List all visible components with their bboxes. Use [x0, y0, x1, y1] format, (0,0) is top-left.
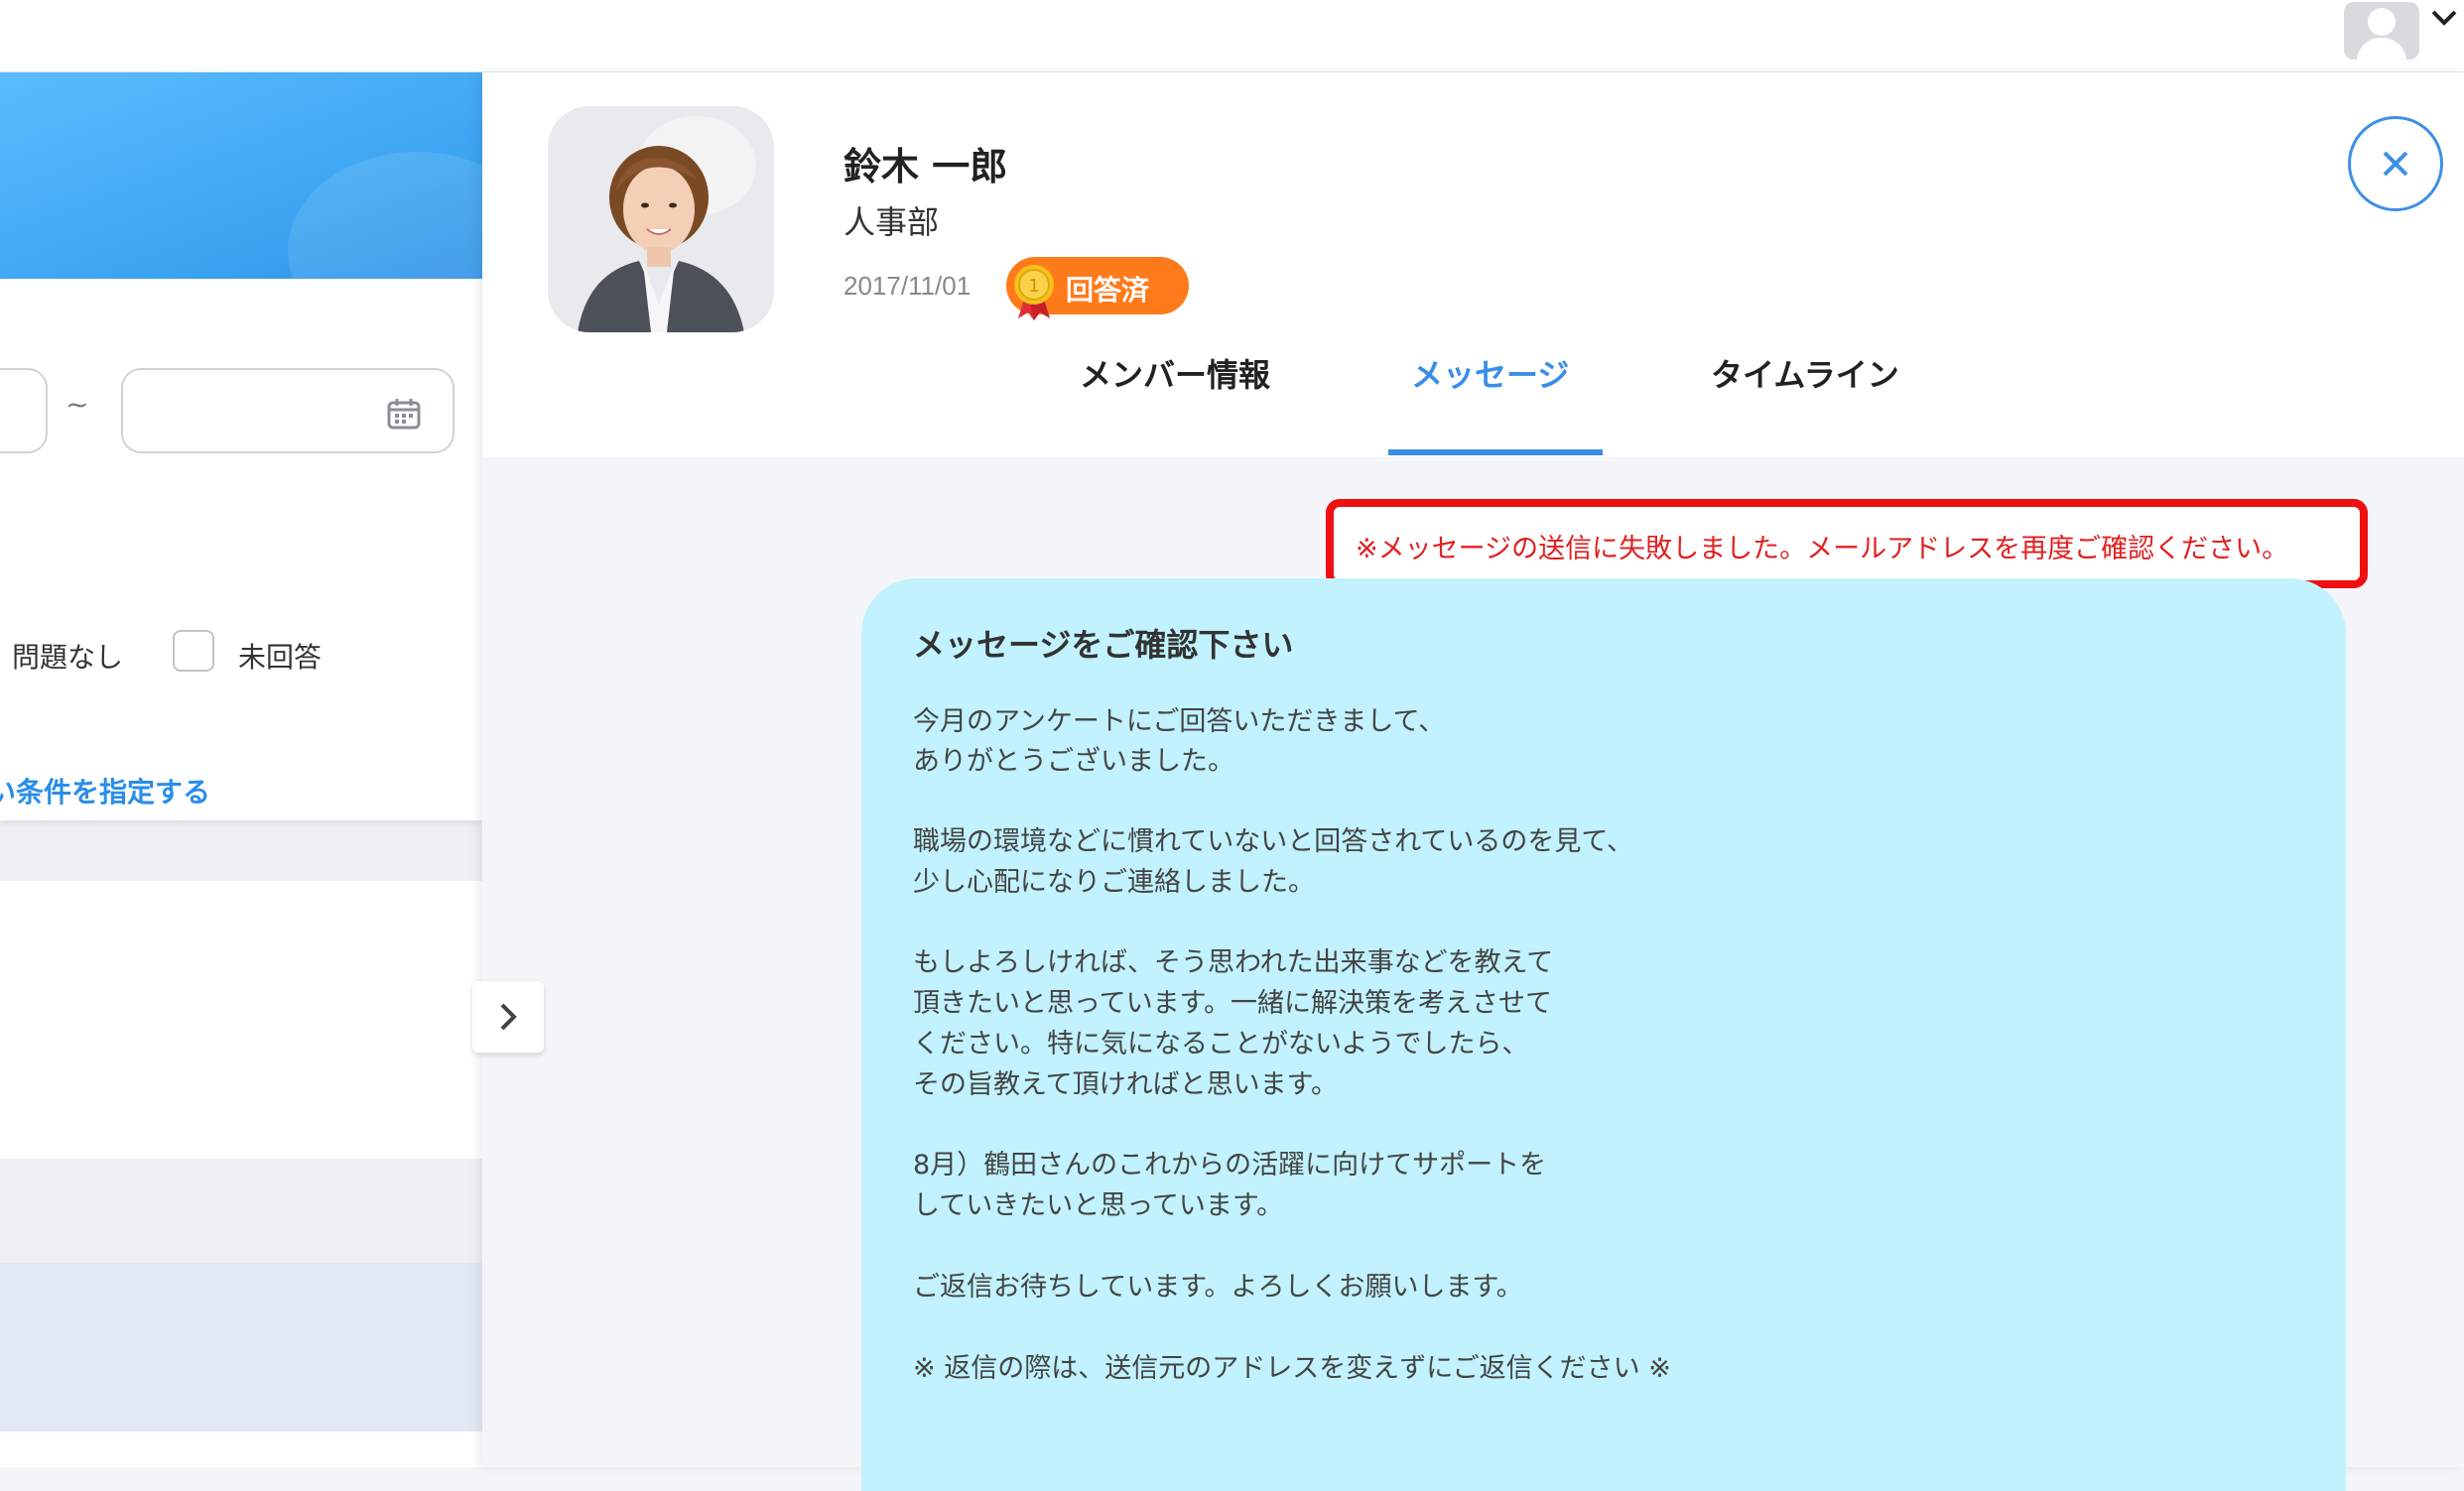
filter-card: ~ 問題なし 未回答 い条件を指定する — [0, 279, 482, 820]
unanswered-checkbox[interactable] — [173, 630, 214, 672]
message-line: 職場の環境などに慣れていないと回答されているのを見て、 — [913, 826, 1634, 857]
user-avatar-icon[interactable] — [2344, 2, 2419, 60]
advanced-search-link[interactable]: い条件を指定する — [0, 771, 210, 810]
message-line: ご返信お待ちしています。よろしくお願いします。 — [913, 1272, 1523, 1303]
medal-icon: 1 — [1014, 265, 1054, 320]
tab-message[interactable]: メッセージ — [1411, 350, 1569, 396]
range-separator: ~ — [65, 388, 89, 421]
search-panel: ~ 問題なし 未回答 い条件を指定する — [0, 72, 546, 1467]
result-row[interactable] — [0, 1431, 482, 1467]
collapse-panel-button[interactable] — [472, 981, 544, 1053]
date-from-field[interactable] — [0, 368, 48, 453]
message-line: その旨教えて頂ければと思います。 — [913, 1069, 1338, 1100]
result-list — [0, 881, 482, 1159]
close-button[interactable] — [2348, 116, 2443, 211]
message-line: 8月）鶴田さんのこれからの活躍に向けてサポートを — [913, 1150, 1547, 1180]
member-name: 鈴木 一郎 — [843, 145, 1008, 188]
message-title: メッセージをご確認下さい — [913, 626, 1294, 664]
calendar-icon[interactable] — [387, 398, 421, 430]
member-detail-panel: 鈴木 一郎 人事部 2017/11/01 1 回答済 メンバー情報 メッセージ … — [472, 72, 2464, 1491]
close-icon — [2383, 151, 2408, 177]
member-header: 鈴木 一郎 人事部 2017/11/01 1 回答済 メンバー情報 メッセージ … — [482, 72, 2464, 457]
result-row-selected[interactable] — [0, 1263, 482, 1431]
message-line: していきたいと思っています。 — [913, 1190, 1284, 1221]
status-badge: 1 回答済 — [1006, 257, 1189, 320]
chevron-right-icon — [500, 1003, 517, 1031]
member-photo — [548, 106, 774, 332]
message-line: 今月のアンケートにご回答いただきまして、 — [913, 706, 1446, 737]
member-department: 人事部 — [843, 203, 940, 241]
message-line: もしよろしければ、そう思われた出来事などを教えて — [913, 947, 1554, 978]
message-line: ありがとうございました。 — [913, 746, 1234, 777]
chevron-down-icon[interactable] — [2429, 8, 2459, 28]
message-line: 頂きたいと思っています。一緒に解決策を考えさせて — [913, 988, 1552, 1019]
member-date: 2017/11/01 — [843, 271, 972, 301]
page-banner — [0, 72, 546, 350]
status-label: 回答済 — [1066, 274, 1150, 307]
filter-option-unanswered: 未回答 — [238, 641, 323, 674]
message-bubble: メッセージをご確認下さい 今月のアンケートにご回答いただきまして、 ありがとうご… — [861, 578, 2346, 1491]
active-tab-indicator — [1388, 449, 1603, 455]
error-message: ※メッセージの送信に失敗しました。メールアドレスを再度ご確認ください。 — [1356, 534, 2289, 564]
message-line: 少し心配になりご連絡しました。 — [913, 867, 1315, 898]
tab-timeline[interactable]: タイムライン — [1711, 350, 1899, 396]
message-line: ください。特に気になることがないようでしたら、 — [913, 1029, 1529, 1059]
tab-member-info[interactable]: メンバー情報 — [1080, 350, 1270, 396]
filter-option-no-problem: 問題なし — [12, 641, 124, 674]
message-line: ※ 返信の際は、送信元のアドレスを変えずにご返信ください ※ — [913, 1353, 1671, 1384]
top-bar — [0, 0, 2464, 72]
svg-text:1: 1 — [1028, 276, 1039, 297]
error-alert: ※メッセージの送信に失敗しました。メールアドレスを再度ご確認ください。 — [1326, 499, 2368, 588]
date-to-field[interactable] — [121, 368, 454, 453]
